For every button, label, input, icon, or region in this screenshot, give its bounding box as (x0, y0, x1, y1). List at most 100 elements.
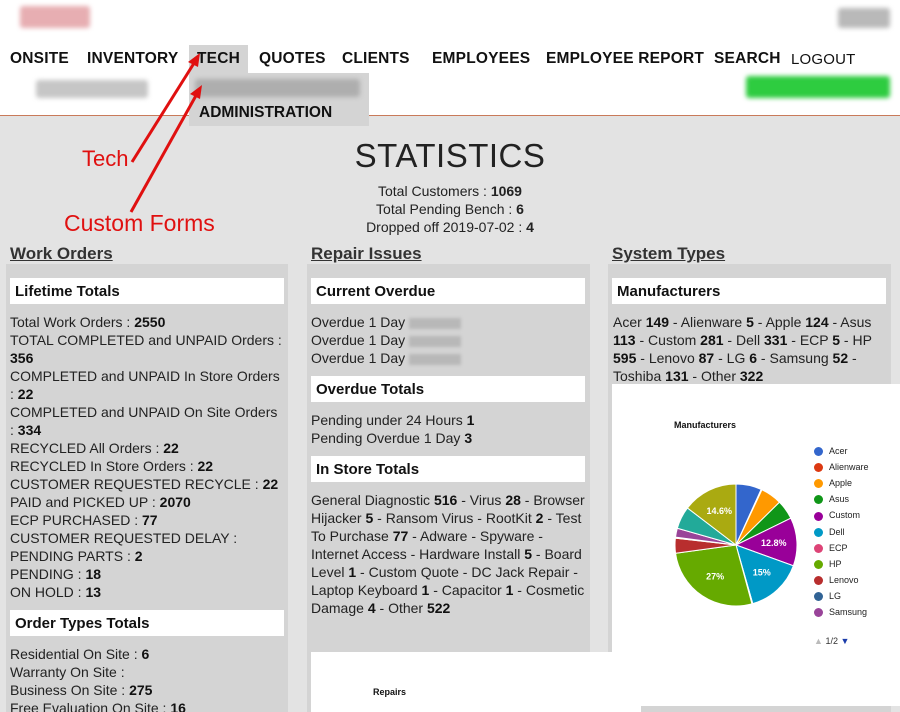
legend-dot-icon (814, 575, 823, 585)
item-label: HP (852, 332, 872, 348)
item-label: General Diagnostic (311, 492, 434, 508)
nav-employees[interactable]: EMPLOYEES (432, 50, 530, 68)
nav-tech[interactable]: TECH (189, 45, 248, 73)
stat-row: PAID and PICKED UP : 2070 (10, 493, 285, 511)
item-value: 5 (746, 314, 754, 330)
item-label: Other (700, 368, 740, 384)
manufacturers-list: Acer 149 - Alienware 5 - Apple 124 - Asu… (613, 314, 872, 384)
stat-value: 3 (464, 430, 473, 446)
nav-clients[interactable]: CLIENTS (342, 50, 410, 68)
legend-label: Samsung (829, 607, 868, 617)
store-info (36, 80, 148, 98)
nav-quotes[interactable]: QUOTES (259, 50, 326, 68)
stat-label: Pending under 24 Hours (311, 412, 467, 428)
overdue-row[interactable]: Overdue 1 Day (311, 331, 586, 349)
legend-item[interactable]: Samsung (814, 607, 868, 618)
legend-label: Acer (829, 446, 848, 456)
item-label: Toshiba (613, 368, 666, 384)
item-label: Ransom Virus (385, 510, 474, 526)
pager-prev-icon[interactable]: ▲ (814, 636, 823, 646)
stat-label: Residential On Site : (10, 646, 142, 662)
nav-onsite[interactable]: ONSITE (10, 50, 69, 68)
legend-item[interactable]: Custom (814, 510, 861, 521)
legend-item[interactable]: Acer (814, 446, 848, 457)
overdue-totals-list: Pending under 24 Hours 1 Pending Overdue … (311, 411, 586, 447)
stat-row: CUSTOMER REQUESTED RECYCLE : 22 (10, 475, 285, 493)
legend-label: Dell (829, 526, 845, 537)
item-value: 5 (365, 510, 374, 526)
legend-item[interactable]: Apple (814, 478, 853, 489)
status-button[interactable] (746, 76, 890, 98)
item-label: LG (726, 350, 750, 366)
stat-row: PENDING PARTS : 2 (10, 547, 285, 565)
manufacturers-header: Manufacturers (612, 278, 886, 304)
slice-label: 14.6% (706, 506, 732, 516)
legend-item[interactable]: Dell (814, 527, 845, 537)
item-value: 1 (348, 564, 357, 580)
dropdown-item-custom-forms[interactable] (195, 79, 360, 97)
legend-item[interactable]: HP (814, 559, 842, 569)
item-label: Laptop Keyboard (311, 582, 422, 598)
manufacturers-pie-chart: 12.8% 15% 27% 14.6% (674, 483, 798, 607)
item-label: Custom Quote (368, 564, 459, 580)
item-label: Acer (613, 314, 646, 330)
legend-item[interactable]: Lenovo (814, 575, 859, 585)
item-value: 87 (698, 350, 715, 366)
legend-item[interactable]: Asus (814, 494, 849, 505)
system-types-heading[interactable]: System Types (612, 244, 725, 264)
item-label: RootKit (485, 510, 536, 526)
stat-label: PENDING PARTS : (10, 548, 135, 564)
legend-label: ECP (829, 542, 848, 553)
stat-row: PENDING : 18 (10, 565, 285, 583)
item-value: 6 (749, 350, 758, 366)
legend-item[interactable]: Alienware (814, 462, 869, 473)
item-value: 516 (433, 492, 458, 508)
stat-value: 2 (134, 548, 143, 564)
stat-value: 1 (466, 412, 475, 428)
repair-issues-heading[interactable]: Repair Issues (311, 244, 422, 264)
legend-label: Apple (829, 478, 853, 489)
legend-item[interactable]: LG (814, 591, 841, 602)
overdue-totals-header: Overdue Totals (311, 376, 585, 402)
pager-next-icon[interactable]: ▼ (840, 636, 849, 646)
legend-item[interactable]: ECP (814, 543, 848, 553)
stat-value: 2550 (134, 314, 166, 330)
nav-inventory[interactable]: INVENTORY (87, 50, 178, 68)
nav-search[interactable]: SEARCH (714, 50, 781, 68)
item-value: 52 (832, 350, 849, 366)
stat-value: 22 (262, 476, 279, 492)
stat-row: Pending Overdue 1 Day 3 (311, 429, 586, 447)
redacted-name (409, 353, 462, 365)
stat-row: ECP PURCHASED : 77 (10, 511, 285, 529)
stat-label: PENDING : (10, 566, 86, 582)
item-label: Other (388, 600, 427, 616)
overdue-row[interactable]: Overdue 1 Day (311, 349, 586, 367)
stat-value: 356 (10, 350, 34, 366)
item-label: Lenovo (648, 350, 699, 366)
repairs-chart-card: Repairs (311, 652, 641, 712)
overdue-row[interactable]: Overdue 1 Day (311, 313, 586, 331)
stat-label: CUSTOMER REQUESTED RECYCLE : (10, 476, 263, 492)
stat-label: Business On Site : (10, 682, 130, 698)
stat-label: Pending Overdue 1 Day (311, 430, 465, 446)
item-label: ECP (799, 332, 833, 348)
legend-dot-icon (814, 527, 823, 537)
item-value: 28 (505, 492, 521, 508)
legend-label: Custom (829, 510, 861, 521)
legend-dot-icon (814, 511, 823, 521)
work-orders-heading[interactable]: Work Orders (10, 244, 113, 264)
stat-value: 13 (85, 584, 102, 600)
item-value: 124 (805, 314, 829, 330)
stat-value: 275 (129, 682, 153, 698)
item-value: 5 (524, 546, 533, 562)
page-title: STATISTICS (354, 137, 546, 174)
item-value: 5 (832, 332, 841, 348)
dropdown-item-administration[interactable]: ADMINISTRATION (199, 104, 332, 122)
nav-logout[interactable]: LOGOUT (791, 51, 856, 68)
pager-text: 1/2 (825, 636, 838, 646)
legend-dot-icon (814, 608, 823, 618)
logo (20, 6, 90, 28)
stat-value: 22 (197, 458, 214, 474)
stat-label: COMPLETED and UNPAID In Store Orders : (10, 368, 280, 402)
nav-employee-report[interactable]: EMPLOYEE REPORT (546, 50, 704, 68)
